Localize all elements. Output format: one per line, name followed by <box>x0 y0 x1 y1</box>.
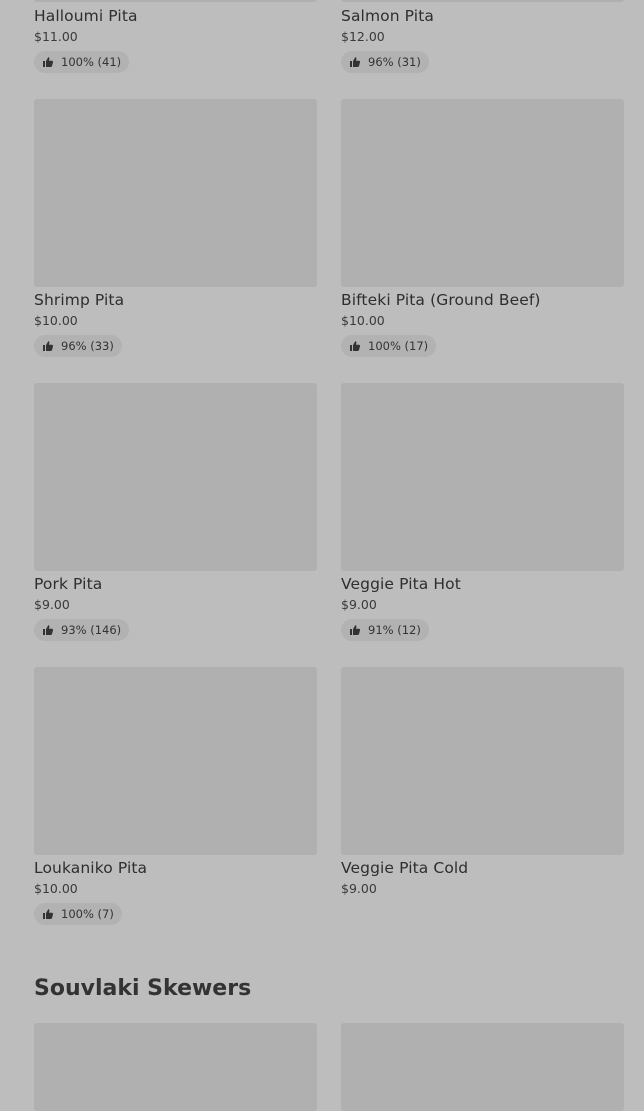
item-name: Pork Pita <box>34 575 103 593</box>
rating-text: 100% (7) <box>61 907 114 921</box>
item-price: $11.00 <box>34 29 78 44</box>
item-image[interactable] <box>34 383 317 571</box>
item-price: $10.00 <box>34 881 78 896</box>
thumbs-up-icon <box>43 625 54 635</box>
thumbs-up-icon <box>350 57 361 67</box>
rating-badge: 96% (31) <box>341 51 429 73</box>
thumbs-up-icon <box>350 625 361 635</box>
item-image[interactable] <box>341 99 624 287</box>
item-price: $9.00 <box>34 597 70 612</box>
thumbs-up-icon <box>350 341 361 351</box>
thumbs-up-icon <box>43 909 54 919</box>
rating-text: 100% (17) <box>368 339 429 353</box>
item-price: $10.00 <box>341 313 385 328</box>
item-name: Halloumi Pita <box>34 7 138 25</box>
rating-badge: 100% (41) <box>34 51 130 73</box>
rating-text: 96% (31) <box>368 55 421 69</box>
item-image[interactable] <box>34 99 317 287</box>
rating-text: 96% (33) <box>61 339 114 353</box>
section-heading-souvlaki: Souvlaki Skewers <box>34 976 252 1001</box>
thumbs-up-icon <box>43 341 54 351</box>
rating-text: 100% (41) <box>61 55 122 69</box>
rating-badge: 100% (7) <box>34 903 122 925</box>
item-name: Loukaniko Pita <box>34 859 148 877</box>
menu-page: Halloumi Pita $11.00 100% (41) Salmon Pi… <box>0 0 644 1111</box>
item-image[interactable] <box>341 667 624 855</box>
item-image[interactable] <box>34 1023 317 1111</box>
rating-badge: 93% (146) <box>34 619 130 641</box>
rating-badge: 96% (33) <box>34 335 122 357</box>
item-image[interactable] <box>341 0 624 2</box>
item-image[interactable] <box>341 383 624 571</box>
item-price: $9.00 <box>341 597 377 612</box>
thumbs-up-icon <box>43 57 54 67</box>
rating-badge: 91% (12) <box>341 619 429 641</box>
rating-text: 91% (12) <box>368 623 421 637</box>
item-price: $9.00 <box>341 881 377 896</box>
item-name: Veggie Pita Cold <box>341 859 469 877</box>
item-price: $12.00 <box>341 29 385 44</box>
item-image[interactable] <box>341 1023 624 1111</box>
rating-badge: 100% (17) <box>341 335 437 357</box>
item-price: $10.00 <box>34 313 78 328</box>
rating-text: 93% (146) <box>61 623 122 637</box>
item-name: Salmon Pita <box>341 7 434 25</box>
item-name: Bifteki Pita (Ground Beef) <box>341 291 541 309</box>
item-image[interactable] <box>34 667 317 855</box>
item-name: Veggie Pita Hot <box>341 575 461 593</box>
item-image[interactable] <box>34 0 317 2</box>
item-name: Shrimp Pita <box>34 291 125 309</box>
